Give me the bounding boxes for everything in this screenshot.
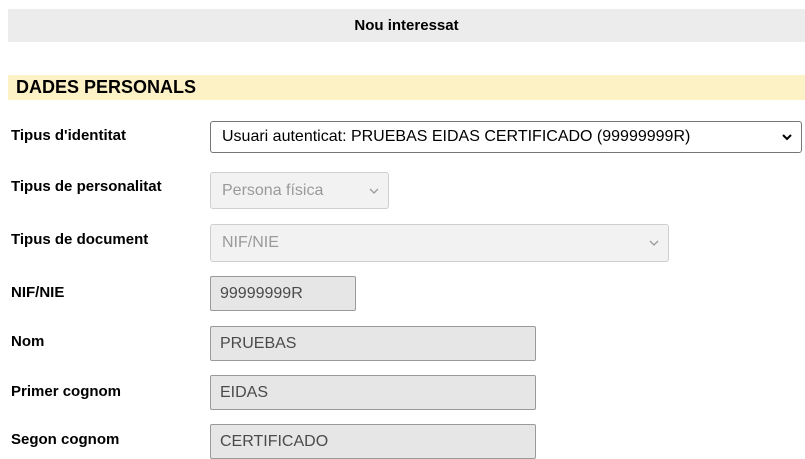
name-value: PRUEBAS	[220, 334, 297, 352]
identity-type-select[interactable]: Usuari autenticat: PRUEBAS EIDAS CERTIFI…	[210, 121, 802, 153]
second-surname-label: Segon cognom	[11, 431, 120, 448]
second-surname-value: CERTIFICADO	[220, 432, 329, 450]
chevron-down-icon	[649, 240, 659, 246]
document-type-label: Tipus de document	[11, 231, 149, 248]
first-surname-label: Primer cognom	[11, 383, 122, 400]
document-type-value: NIF/NIE	[222, 234, 279, 251]
personality-type-select[interactable]: Persona física	[210, 172, 389, 209]
document-type-select[interactable]: NIF/NIE	[210, 224, 669, 262]
chevron-down-icon	[782, 134, 792, 141]
nif-value: 99999999R	[220, 284, 303, 302]
identity-type-label: Tipus d'identitat	[11, 127, 126, 144]
first-surname-field[interactable]: EIDAS	[210, 375, 536, 410]
personality-type-label: Tipus de personalitat	[11, 178, 162, 195]
name-label: Nom	[11, 333, 45, 350]
nif-label: NIF/NIE	[11, 284, 65, 301]
section-header-personal-data: DADES PERSONALS	[8, 75, 805, 100]
form-title: Nou interessat	[354, 17, 459, 34]
personality-type-value: Persona física	[222, 181, 324, 199]
form-header: Nou interessat	[8, 9, 805, 42]
chevron-down-icon	[369, 188, 379, 194]
second-surname-field[interactable]: CERTIFICADO	[210, 424, 536, 459]
name-field[interactable]: PRUEBAS	[210, 326, 536, 361]
first-surname-value: EIDAS	[220, 383, 269, 401]
section-title: DADES PERSONALS	[16, 77, 197, 97]
nif-field[interactable]: 99999999R	[210, 276, 356, 311]
identity-type-value: Usuari autenticat: PRUEBAS EIDAS CERTIFI…	[222, 128, 691, 145]
